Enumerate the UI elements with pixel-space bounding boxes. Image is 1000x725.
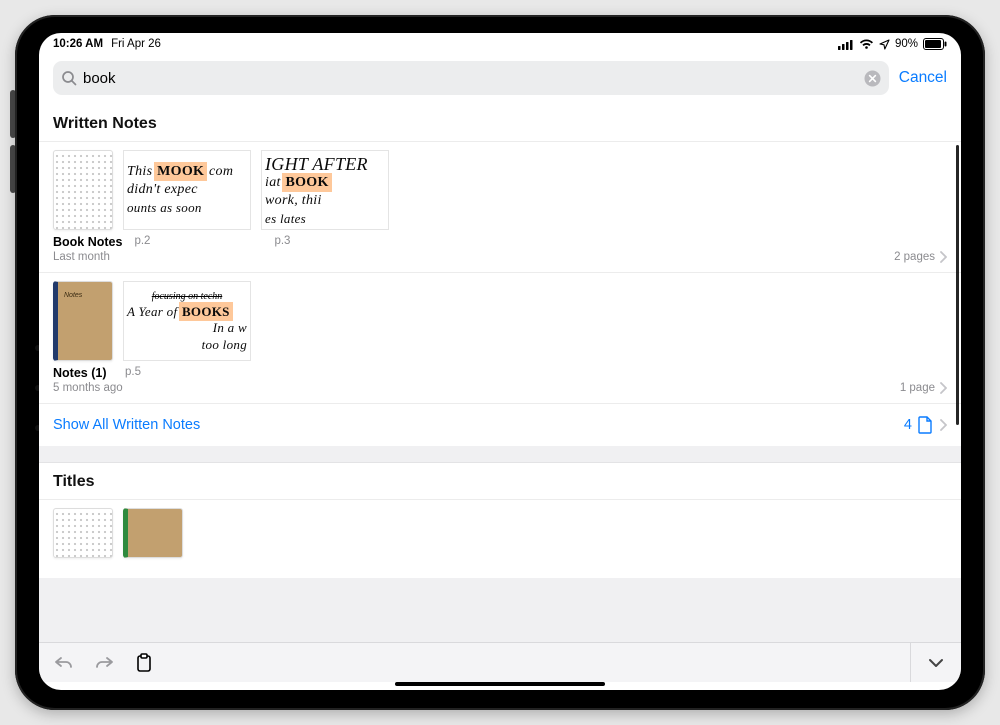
page-preview: ight after iat BOOK work, thii es lates bbox=[261, 150, 389, 230]
page-preview: focusing on techn A Year of Books In a w… bbox=[123, 281, 251, 361]
page-label: p.5 bbox=[125, 366, 253, 380]
page-label: p.3 bbox=[274, 235, 402, 249]
search-field[interactable] bbox=[53, 61, 889, 95]
result-pagecount: 1 page bbox=[900, 382, 935, 394]
cancel-button[interactable]: Cancel bbox=[899, 69, 947, 87]
notebook-cover-icon bbox=[53, 281, 113, 361]
document-icon bbox=[918, 416, 933, 434]
chevron-right-icon bbox=[939, 382, 947, 394]
show-all-written-notes[interactable]: Show All Written Notes 4 bbox=[39, 404, 961, 446]
undo-button[interactable] bbox=[53, 652, 75, 674]
status-date: Fri Apr 26 bbox=[111, 38, 161, 50]
battery-icon bbox=[923, 38, 947, 50]
show-all-count: 4 bbox=[904, 417, 912, 433]
page-preview: This MOOK com didn't expec ounts as soon bbox=[123, 150, 251, 230]
notebook-cover-icon bbox=[123, 508, 183, 558]
notebook-cover-icon bbox=[53, 508, 113, 558]
result-row[interactable] bbox=[39, 500, 961, 578]
status-time: 10:26 AM bbox=[53, 38, 103, 50]
search-input[interactable] bbox=[83, 70, 858, 87]
show-all-label: Show All Written Notes bbox=[53, 417, 200, 433]
status-bar: 10:26 AM Fri Apr 26 90% bbox=[39, 33, 961, 55]
battery-pct: 90% bbox=[895, 38, 918, 50]
result-title: Book Notes bbox=[53, 235, 122, 249]
redo-button[interactable] bbox=[93, 652, 115, 674]
result-time: 5 months ago bbox=[53, 382, 123, 394]
result-title: Notes (1) bbox=[53, 366, 113, 380]
result-row[interactable]: focusing on techn A Year of Books In a w… bbox=[39, 273, 961, 404]
screen: 10:26 AM Fri Apr 26 90% Cancel Written N… bbox=[39, 33, 961, 690]
status-right: 90% bbox=[838, 38, 947, 50]
clipboard-button[interactable] bbox=[133, 652, 155, 674]
scroll-indicator[interactable] bbox=[956, 145, 959, 425]
section-header-written: Written Notes bbox=[39, 105, 961, 142]
bottom-toolbar bbox=[39, 642, 961, 682]
wifi-icon bbox=[859, 39, 874, 50]
page-label: p.2 bbox=[134, 235, 262, 249]
search-icon bbox=[61, 70, 77, 86]
search-row: Cancel bbox=[39, 55, 961, 105]
content-area: Written Notes This MOOK com didn't expec… bbox=[39, 105, 961, 642]
cell-signal-icon bbox=[838, 39, 854, 50]
chevron-right-icon bbox=[939, 419, 947, 431]
result-time: Last month bbox=[53, 251, 110, 263]
chevron-right-icon bbox=[939, 251, 947, 263]
device-frame: 10:26 AM Fri Apr 26 90% Cancel Written N… bbox=[15, 15, 985, 710]
notebook-cover-icon bbox=[53, 150, 113, 230]
location-icon bbox=[879, 39, 890, 50]
result-pagecount: 2 pages bbox=[894, 251, 935, 263]
clear-icon[interactable] bbox=[864, 70, 881, 87]
dismiss-keyboard-button[interactable] bbox=[925, 652, 947, 674]
result-row[interactable]: This MOOK com didn't expec ounts as soon… bbox=[39, 142, 961, 273]
section-header-titles: Titles bbox=[39, 462, 961, 500]
home-indicator[interactable] bbox=[395, 682, 605, 686]
